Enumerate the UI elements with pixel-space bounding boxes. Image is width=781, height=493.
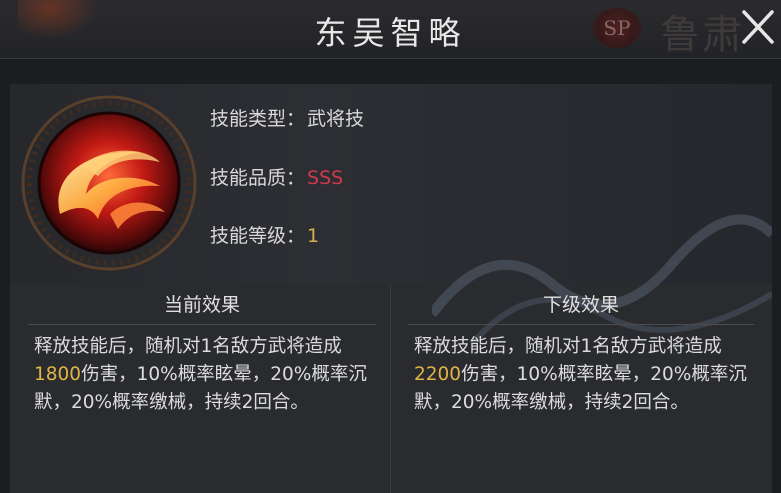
fire-swirl-icon <box>21 95 197 271</box>
close-button[interactable] <box>740 6 776 46</box>
next-effect-text-after: 伤害，10%概率眩晕，20%概率沉默，20%概率缴械，持续2回合。 <box>414 364 747 413</box>
skill-level-value: 1 <box>307 225 320 247</box>
title-bar: SP 鲁肃 东吴智略 <box>0 0 781 59</box>
current-effect-text: 释放技能后，随机对1名敌方武将造成 1800伤害，10%概率眩晕，20%概率沉默，… <box>34 333 374 417</box>
next-damage-value: 2200 <box>414 364 462 385</box>
skill-quality-label: 技能品质： <box>210 167 306 189</box>
skill-level-label: 技能等级： <box>210 225 306 247</box>
skill-level-row: 技能等级： 1 <box>210 221 319 248</box>
skill-type-value: 武将技 <box>307 108 365 130</box>
page-title: 东吴智略 <box>314 14 467 52</box>
skill-type-label: 技能类型： <box>210 108 306 130</box>
current-effect-column: 当前效果 释放技能后，随机对1名敌方武将造成 1800伤害，10%概率眩晕，20%… <box>14 286 391 493</box>
skill-detail-panel: 技能类型： 武将技 技能品质： SSS 技能等级： 1 当前效果 释放技能后，随机对1… <box>10 84 772 493</box>
skill-quality-row: 技能品质： SSS <box>210 163 343 190</box>
current-damage-value: 1800 <box>34 364 82 385</box>
close-icon <box>742 10 774 44</box>
next-effect-heading: 下级效果 <box>408 286 754 325</box>
next-effect-column: 下级效果 释放技能后，随机对1名敌方武将造成 2200伤害，10%概率眩晕，20%… <box>394 286 768 493</box>
next-effect-text-before: 释放技能后，随机对1名敌方武将造成 <box>414 336 722 357</box>
current-effect-text-before: 释放技能后，随机对1名敌方武将造成 <box>34 336 342 357</box>
next-effect-text: 释放技能后，随机对1名敌方武将造成 2200伤害，10%概率眩晕，20%概率沉默，… <box>414 333 754 417</box>
skill-quality-value: SSS <box>307 167 344 189</box>
current-effect-heading: 当前效果 <box>28 286 376 325</box>
skill-type-row: 技能类型： 武将技 <box>210 104 364 131</box>
current-effect-text-after: 伤害，10%概率眩晕，20%概率沉默，20%概率缴械，持续2回合。 <box>34 364 367 413</box>
